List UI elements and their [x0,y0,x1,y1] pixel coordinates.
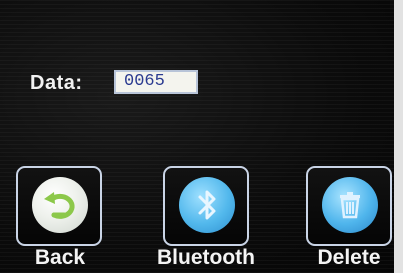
delete-label: Delete [317,246,381,269]
bluetooth-circle [179,177,235,233]
delete-button[interactable] [306,166,392,246]
lcd-screen: Data: 0065 Back Bluetooth Delete [0,0,394,273]
trash-icon [340,192,360,219]
bluetooth-icon [198,190,216,220]
data-label: Data: [30,72,83,94]
bluetooth-button[interactable] [163,166,249,246]
back-label: Back [34,246,86,269]
back-button[interactable] [16,166,102,246]
delete-circle [322,177,378,233]
data-value-field[interactable]: 0065 [114,70,198,94]
bluetooth-label: Bluetooth [157,246,255,269]
back-arrow-icon [44,192,75,219]
back-circle [32,177,88,233]
